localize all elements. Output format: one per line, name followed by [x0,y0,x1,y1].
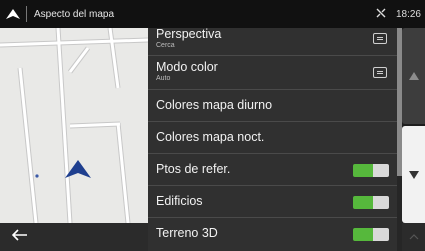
toggle-on-fill [353,196,373,209]
toggle-on-fill [353,228,373,241]
setting-label: Ptos de refer. [156,162,231,176]
setting-colores-diurno[interactable]: Colores mapa diurno [148,90,397,122]
menu-icon[interactable] [373,67,387,78]
toggle-on-fill [353,164,373,177]
scroll-up-button[interactable] [402,28,425,124]
map-preview [0,28,148,223]
page-title: Aspecto del mapa [34,8,115,20]
scroll-controls [402,28,425,251]
setting-label: Colores mapa noct. [156,130,265,144]
bottom-bar [0,223,148,251]
setting-colores-noct[interactable]: Colores mapa noct. [148,122,397,154]
toggle-knob [373,196,389,209]
toggle-switch[interactable] [353,228,389,241]
setting-label: Colores mapa diurno [156,98,273,112]
back-arrow-icon[interactable] [11,228,28,246]
toggle-switch[interactable] [353,196,389,209]
scroll-lower-area [402,223,425,251]
toggle-switch[interactable] [353,164,389,177]
top-bar: Aspecto del mapa 18:26 [0,0,425,28]
setting-label: Perspectiva [156,28,222,41]
triangle-down-icon [408,166,419,184]
setting-label: Edificios [156,194,203,208]
setting-label: Modo color [156,60,218,74]
toggle-knob [373,228,389,241]
navigation-arrow-icon[interactable] [0,0,26,28]
clock: 18:26 [395,8,421,20]
signal-icon [376,8,386,21]
settings-list: Perspectiva Cerca Modo color Auto Colore… [148,28,397,251]
triangle-up-icon [408,67,419,85]
setting-terreno-3d[interactable]: Terreno 3D [148,218,397,251]
setting-edificios[interactable]: Edificios [148,186,397,218]
position-arrow-icon [65,160,91,178]
setting-value: Auto [156,75,171,82]
setting-value: Cerca [156,42,175,49]
menu-icon[interactable] [373,33,387,44]
setting-label: Terreno 3D [156,226,218,240]
setting-perspectiva[interactable]: Perspectiva Cerca [148,28,397,56]
toggle-knob [373,164,389,177]
setting-modo-color[interactable]: Modo color Auto [148,56,397,90]
status-area: 18:26 [376,0,421,28]
divider [26,6,27,22]
setting-ptos-refer[interactable]: Ptos de refer. [148,154,397,186]
scroll-down-button[interactable] [402,126,425,223]
